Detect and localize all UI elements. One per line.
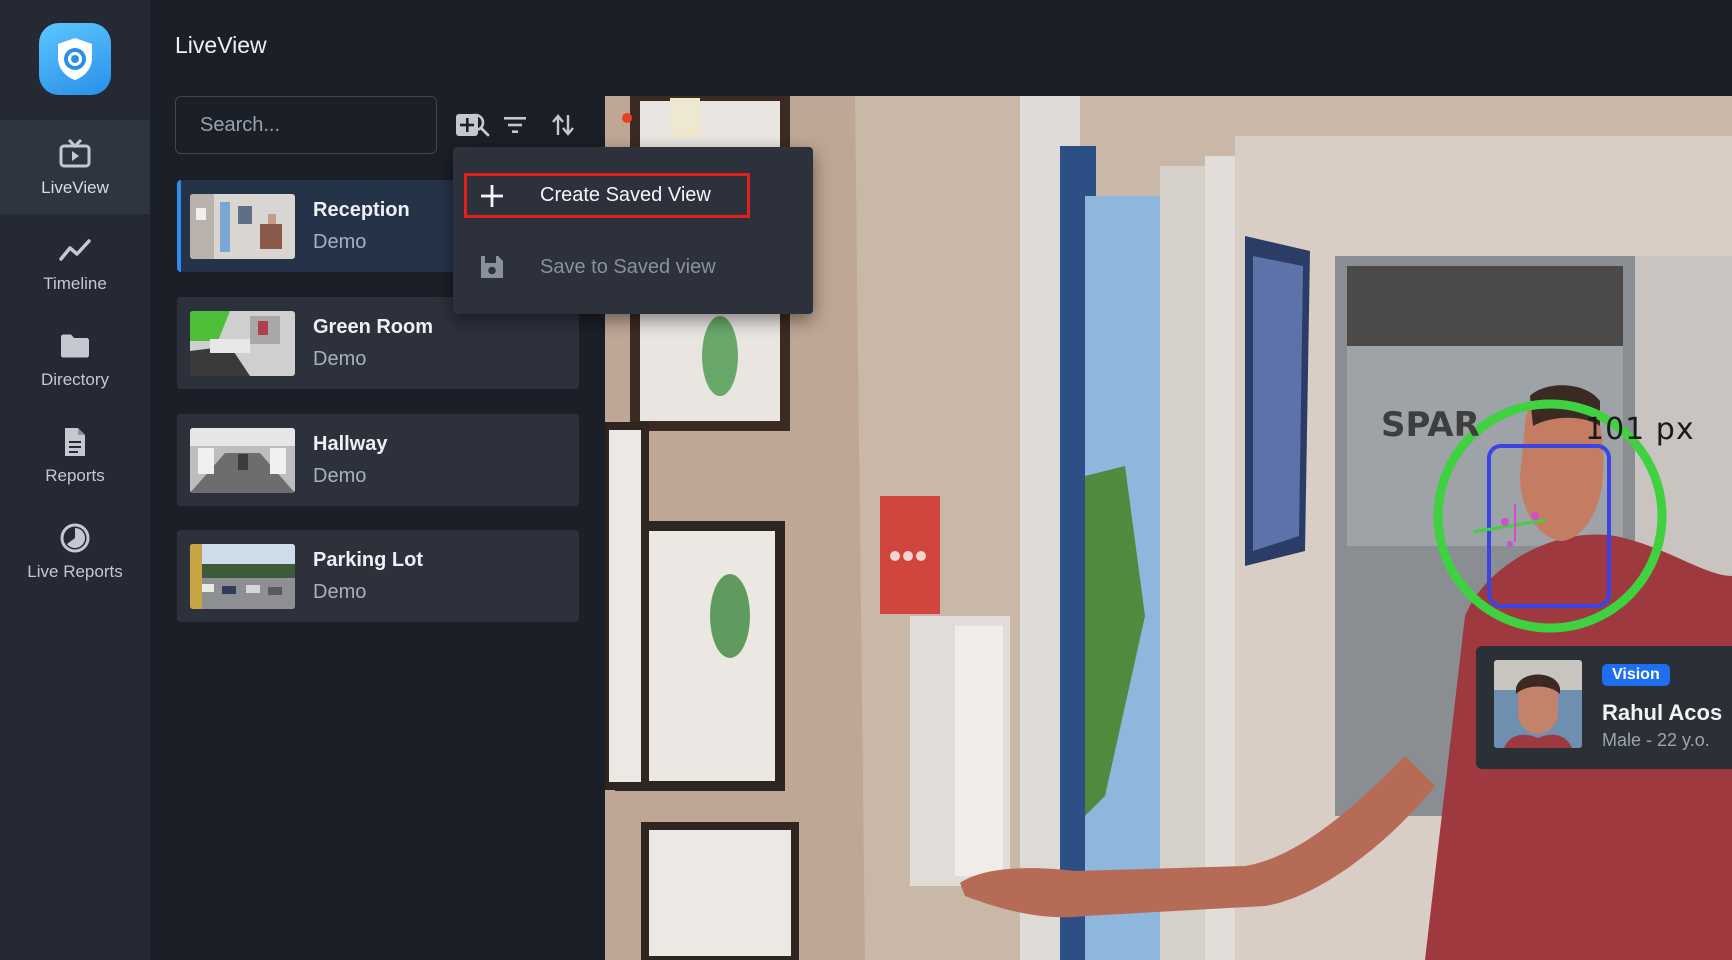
svg-text:SPAR: SPAR xyxy=(1381,405,1480,445)
camera-group: Demo xyxy=(313,230,367,253)
shield-eye-icon xyxy=(58,38,92,80)
camera-group: Demo xyxy=(313,464,367,487)
camera-item-hallway[interactable]: Hallway Demo xyxy=(177,414,579,506)
nav-item-liveview[interactable]: LiveView xyxy=(0,120,150,214)
camera-thumbnail xyxy=(190,543,295,609)
nav-item-directory[interactable]: Directory xyxy=(0,312,150,406)
nav-label: Directory xyxy=(40,370,109,389)
nav-label: Timeline xyxy=(43,274,107,293)
nav-item-live-reports[interactable]: Live Reports xyxy=(0,504,150,598)
camera-name: Parking Lot xyxy=(313,548,424,571)
floppy-disk-icon xyxy=(477,252,507,282)
document-icon xyxy=(57,424,93,460)
camera-group: Demo xyxy=(313,580,367,603)
filter-lines-icon xyxy=(504,117,526,133)
camera-thumbnail xyxy=(190,427,295,493)
menu-item-label: Save to Saved view xyxy=(540,255,716,278)
person-name: Rahul Acos xyxy=(1602,700,1723,725)
camera-name: Reception xyxy=(313,198,410,221)
nav-label: LiveView xyxy=(41,178,109,197)
camera-group: Demo xyxy=(313,347,367,370)
add-view-menu: Create Saved View Save to Saved view xyxy=(453,147,813,314)
add-view-button[interactable] xyxy=(452,110,482,140)
create-saved-view-item[interactable]: Create Saved View xyxy=(464,173,750,218)
save-to-saved-view-item[interactable]: Save to Saved view xyxy=(465,237,803,297)
camera-name: Hallway xyxy=(313,432,388,455)
trend-line-icon xyxy=(57,232,93,268)
search-input[interactable] xyxy=(176,97,465,153)
face-size-label: 101 px xyxy=(1585,412,1695,447)
person-recognition-card[interactable]: Vision Rahul Acos Male - 22 y.o. xyxy=(1476,646,1732,769)
person-meta: Male - 22 y.o. xyxy=(1602,730,1710,750)
camera-thumbnail xyxy=(190,193,295,259)
app-logo[interactable] xyxy=(39,23,111,95)
pie-chart-icon xyxy=(57,520,93,556)
camera-name: Green Room xyxy=(313,315,434,338)
plus-icon xyxy=(477,181,507,211)
menu-item-label: Create Saved View xyxy=(540,184,711,206)
nav-item-timeline[interactable]: Timeline xyxy=(0,216,150,310)
camera-thumbnail xyxy=(190,310,295,376)
page-title: LiveView xyxy=(175,32,267,58)
camera-item-parking-lot[interactable]: Parking Lot Demo xyxy=(177,530,579,622)
nav-label: Reports xyxy=(45,466,105,485)
search-box xyxy=(175,96,490,154)
nav-item-reports[interactable]: Reports xyxy=(0,408,150,502)
add-box-icon xyxy=(456,114,478,136)
sort-button[interactable] xyxy=(548,110,578,140)
vision-badge: Vision xyxy=(1602,664,1670,686)
nav-label: Live Reports xyxy=(27,562,123,581)
nav-rail: LiveView Timeline Directory Reports Live… xyxy=(0,0,150,960)
sort-arrows-icon xyxy=(552,114,574,136)
person-avatar xyxy=(1494,660,1582,748)
tv-icon xyxy=(57,136,93,172)
folder-icon xyxy=(57,328,93,364)
filter-button[interactable] xyxy=(500,110,530,140)
